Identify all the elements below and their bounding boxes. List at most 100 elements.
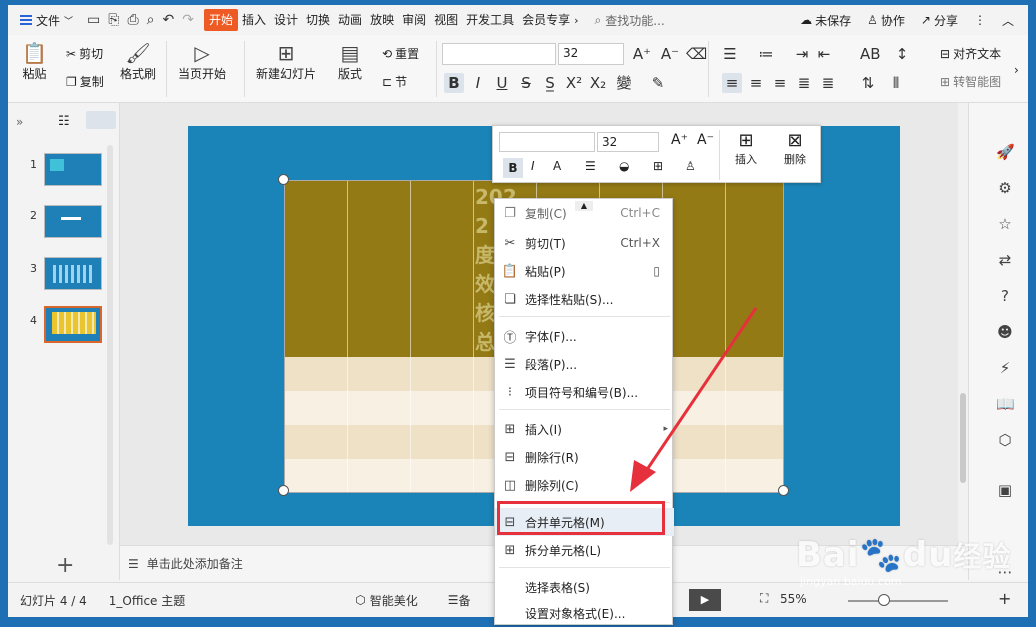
align-text-button[interactable]: ⊟ 对齐文本 <box>940 45 1001 62</box>
menu-item-format-object[interactable]: 设置对象格式(E)... <box>495 599 674 627</box>
collapse-panel-icon[interactable]: » <box>16 115 23 129</box>
collab-button[interactable]: ♙ 协作 <box>867 12 905 29</box>
menu-item-cut[interactable]: ✂ 剪切(T) Ctrl+X <box>495 229 674 257</box>
share-button[interactable]: ↗ 分享 <box>921 12 958 29</box>
tab-design[interactable]: 设计 <box>270 9 302 31</box>
zoom-slider[interactable] <box>848 600 948 602</box>
chevron-right-icon[interactable]: › <box>574 14 578 27</box>
slide-thumbnail-1[interactable] <box>44 153 102 186</box>
panel-scrollbar[interactable] <box>107 145 113 545</box>
subscript-icon[interactable]: X₂ <box>588 73 608 93</box>
tab-slideshow[interactable]: 放映 <box>366 9 398 31</box>
clear-format-icon[interactable]: ⌫ <box>686 44 707 64</box>
fit-window-icon[interactable]: ⛶ <box>760 591 768 606</box>
mini-bold-icon[interactable]: B <box>503 158 523 178</box>
mini-font-size[interactable]: 32 <box>597 132 659 152</box>
outdent-icon[interactable]: ⇤ <box>814 44 834 64</box>
outline-view-icon[interactable]: ☷ <box>58 114 70 129</box>
save-icon[interactable]: ▭ <box>87 12 100 28</box>
notes-toggle-icon[interactable]: ☰ <box>448 593 459 607</box>
tab-transition[interactable]: 切换 <box>302 9 334 31</box>
shadow-icon[interactable]: S̲ <box>540 73 560 93</box>
italic-icon[interactable]: I <box>468 73 488 93</box>
beautify-button[interactable]: 智能美化 <box>370 592 418 609</box>
font-name-combo[interactable] <box>442 43 556 65</box>
mini-border-icon[interactable]: ⊞ <box>653 159 663 173</box>
resize-handle[interactable] <box>278 485 289 496</box>
mini-font-color-icon[interactable]: A <box>553 159 561 173</box>
strike-icon[interactable]: S <box>516 73 536 93</box>
mini-insert-button[interactable]: ⊞ 插入 <box>725 130 767 167</box>
resize-handle[interactable] <box>278 174 289 185</box>
more-icon[interactable]: ⋮ <box>974 13 986 27</box>
shrink-font-icon[interactable]: A⁻ <box>660 44 680 64</box>
text-direction-icon[interactable]: AB <box>860 44 881 64</box>
tab-developer[interactable]: 开发工具 <box>462 9 518 31</box>
mini-shrink-font-icon[interactable]: A⁻ <box>697 132 714 148</box>
superscript-icon[interactable]: X² <box>564 73 584 93</box>
copy-button[interactable]: ❐ 复制 <box>66 73 104 90</box>
mini-align-icon[interactable]: ☰ <box>585 159 596 173</box>
font-size-combo[interactable]: 32 <box>558 43 624 65</box>
notes-toggle-label[interactable]: 备 <box>459 592 471 609</box>
search-box[interactable]: ⌕ 查找功能... <box>595 12 665 29</box>
grow-font-icon[interactable]: A⁺ <box>632 44 652 64</box>
format-painter-button[interactable]: 🖌 格式刷 <box>120 43 156 82</box>
tab-view[interactable]: 视图 <box>430 9 462 31</box>
indent-icon[interactable]: ⇥ <box>792 44 812 64</box>
undo-icon[interactable]: ↶ <box>163 12 175 28</box>
line-spacing-icon[interactable]: ↕ <box>892 44 912 64</box>
align-right-icon[interactable]: ≡ <box>770 73 790 93</box>
menu-item-paste[interactable]: 📋 粘贴(P) ▯ <box>495 257 674 285</box>
rocket-icon[interactable]: 🚀 <box>996 143 1015 161</box>
tab-review[interactable]: 审阅 <box>398 9 430 31</box>
resize-handle[interactable] <box>778 485 789 496</box>
unsaved-button[interactable]: ☁ 未保存 <box>800 12 851 29</box>
settings-sliders-icon[interactable]: ⚙ <box>996 179 1014 197</box>
smart-graphic-button[interactable]: ⊞ 转智能图 <box>940 73 1001 90</box>
add-slide-button[interactable]: + <box>56 553 74 578</box>
highlight-icon[interactable]: ✎ <box>648 73 668 93</box>
paragraph-spacing-icon[interactable]: ⇅ <box>858 73 878 93</box>
justify-icon[interactable]: ≣ <box>794 73 814 93</box>
robot-icon[interactable]: ☻ <box>996 323 1014 341</box>
book-icon[interactable]: 📖 <box>996 395 1015 413</box>
tab-member[interactable]: 会员专享 <box>518 9 574 31</box>
image-icon[interactable]: ▣ <box>996 481 1014 499</box>
mini-eraser-icon[interactable]: ♙ <box>685 159 696 173</box>
menu-item-split-cells[interactable]: ⊞ 拆分单元格(L) <box>495 536 674 564</box>
ribbon-scroll-icon[interactable]: › <box>1014 63 1019 77</box>
tab-animation[interactable]: 动画 <box>334 9 366 31</box>
mini-grow-font-icon[interactable]: A⁺ <box>671 132 688 148</box>
mini-fill-icon[interactable]: ◒ <box>619 159 629 173</box>
zoom-level[interactable]: 55% <box>780 592 807 606</box>
tab-home[interactable]: 开始 <box>203 9 238 31</box>
phonetic-icon[interactable]: 變 <box>614 73 634 93</box>
play-slideshow-button[interactable]: ▶ <box>689 589 721 611</box>
slide-thumbnail-2[interactable] <box>44 205 102 238</box>
slide-thumbnail-4[interactable] <box>44 306 102 343</box>
align-left-icon[interactable]: ≡ <box>722 73 742 93</box>
export-icon[interactable]: ⎘ <box>108 12 119 28</box>
theme-name[interactable]: 1_Office 主题 <box>109 592 185 609</box>
lightning-icon[interactable]: ⚡ <box>996 359 1014 377</box>
new-slide-button[interactable]: ⊞ 新建幻灯片 <box>256 43 316 82</box>
mini-delete-button[interactable]: ⊠ 删除 <box>773 130 817 167</box>
collapse-icon[interactable]: ︿ <box>1002 12 1014 29</box>
bold-icon[interactable]: B <box>444 73 464 93</box>
numbered-list-icon[interactable]: ≔ <box>756 44 776 64</box>
preview-icon[interactable]: ⌕ <box>147 12 155 28</box>
slide-thumbnail-3[interactable] <box>44 257 102 290</box>
mini-font-name[interactable] <box>499 132 595 152</box>
distribute-icon[interactable]: ≣ <box>818 73 838 93</box>
help-icon[interactable]: ? <box>996 287 1014 305</box>
redo-icon[interactable]: ↷ <box>182 12 194 28</box>
reset-button[interactable]: ⟲ 重置 <box>382 45 419 62</box>
cube-icon[interactable]: ⬡ <box>996 431 1014 449</box>
play-current-button[interactable]: ▷ 当页开始 <box>178 43 226 82</box>
menu-item-select-table[interactable]: 选择表格(S) <box>495 573 674 601</box>
columns-icon[interactable]: ⫴ <box>886 73 906 93</box>
zoom-slider-thumb[interactable] <box>878 594 890 606</box>
cut-button[interactable]: ✂ 剪切 <box>66 45 103 62</box>
print-icon[interactable]: ⎙ <box>127 12 138 28</box>
